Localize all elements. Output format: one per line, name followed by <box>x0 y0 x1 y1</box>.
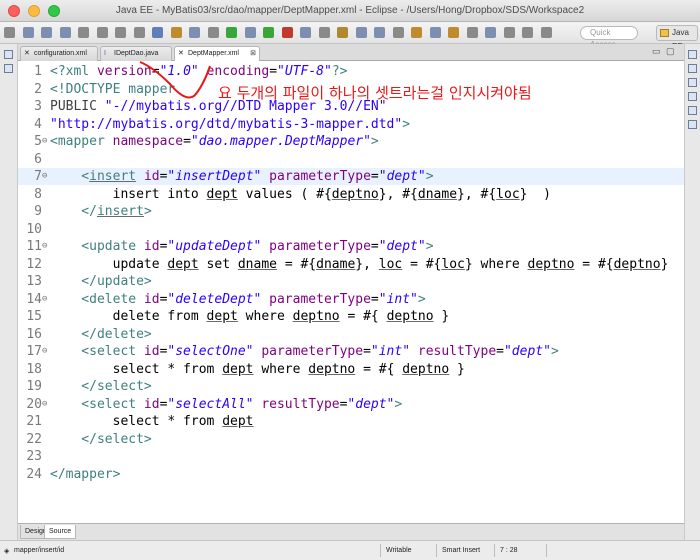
status-separator <box>436 544 437 557</box>
annotation-arrow-overlay <box>139 61 211 99</box>
editor-mode-tabs: Design Source <box>18 523 684 540</box>
status-insert-mode: Smart Insert <box>442 547 481 554</box>
tab-source[interactable]: Source <box>44 525 77 539</box>
status-separator <box>546 544 547 557</box>
status-writable: Writable <box>386 547 412 554</box>
status-icon: ◈ <box>4 548 10 555</box>
status-path: mapper/insert/id <box>14 547 65 554</box>
status-separator <box>380 544 381 557</box>
annotation-arrow <box>139 61 211 99</box>
status-bar: ◈ mapper/insert/id Writable Smart Insert… <box>0 540 700 560</box>
status-separator <box>494 544 495 557</box>
status-cursor-position: 7 : 28 <box>500 547 518 554</box>
